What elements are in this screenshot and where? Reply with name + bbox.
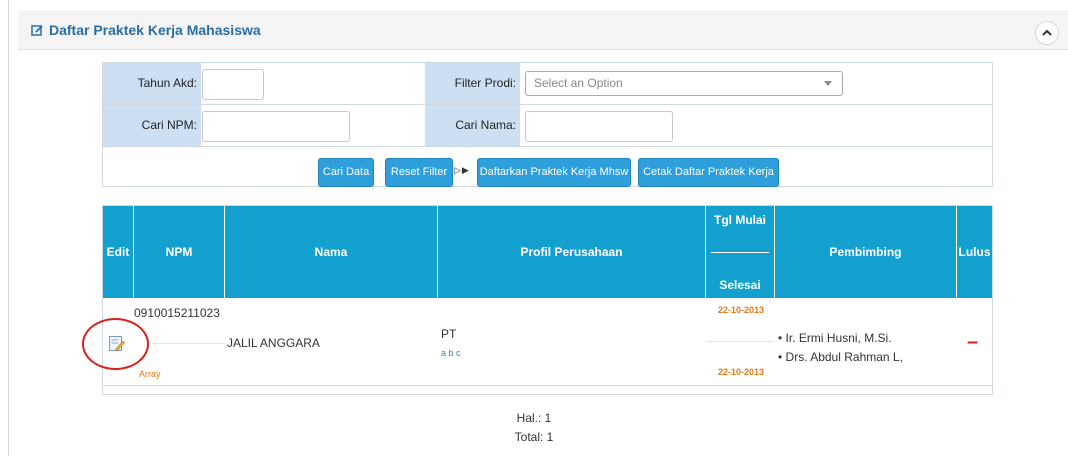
- th-nama: Nama: [225, 206, 438, 298]
- th-tgl-divider: [711, 252, 769, 253]
- daftarkan-button[interactable]: Daftarkan Praktek Kerja Mhsw: [477, 158, 631, 187]
- row-nama: JALIL ANGGARA: [227, 336, 320, 350]
- th-lulus: Lulus: [958, 245, 991, 259]
- praktek-table: Edit NPM Nama Profil Perusahaan Tgl Mula…: [102, 205, 993, 395]
- th-selesai: Selesai: [719, 278, 761, 292]
- th-pembimbing: Pembimbing: [775, 206, 957, 298]
- highlight-circle: [82, 318, 149, 370]
- row-perusahaan-sub: a b c: [441, 348, 461, 358]
- pagination-total: Total: 1: [514, 430, 554, 444]
- th-edit: Edit: [103, 206, 134, 298]
- edit-square-icon: [31, 24, 44, 37]
- page-title-text: Daftar Praktek Kerja Mahasiswa: [49, 22, 261, 38]
- row-lulus-status: –: [967, 331, 979, 353]
- row-divider: [153, 343, 223, 344]
- cari-data-button[interactable]: Cari Data: [318, 158, 374, 187]
- row-tgl-divider: [706, 341, 774, 342]
- page-title: Daftar Praktek Kerja Mahasiswa: [31, 22, 261, 38]
- separator-arrows: ▷▶: [454, 165, 470, 175]
- cetak-button[interactable]: Cetak Daftar Praktek Kerja: [638, 158, 779, 187]
- th-tgl-mulai: Tgl Mulai: [714, 213, 766, 227]
- chevron-up-icon: [1042, 29, 1052, 36]
- filter-actions: Cari Data Reset Filter ▷▶ Daftarkan Prak…: [102, 62, 993, 187]
- row-pembimbing-1: • Ir. Ermi Husni, M.Si.: [778, 331, 892, 345]
- pagination-page: Hal.: 1: [516, 411, 552, 425]
- row-tgl-mulai: 22-10-2013: [718, 305, 765, 315]
- row-tgl-selesai: 22-10-2013: [718, 367, 765, 377]
- row-npm: 0910015211023: [134, 306, 220, 320]
- reset-filter-button[interactable]: Reset Filter: [385, 158, 453, 187]
- th-profil: Profil Perusahaan: [438, 206, 706, 298]
- table-row: 0910015211023 Array JALIL ANGGARA PT a b…: [103, 298, 992, 386]
- table-header: Edit NPM Nama Profil Perusahaan Tgl Mula…: [103, 206, 992, 298]
- row-pembimbing-2: • Drs. Abdul Rahman L,: [778, 350, 903, 364]
- th-npm: NPM: [134, 206, 225, 298]
- collapse-button[interactable]: [1035, 21, 1059, 45]
- panel-header: Daftar Praktek Kerja Mahasiswa: [18, 10, 1068, 50]
- row-npm-sub: Array: [139, 369, 161, 379]
- row-perusahaan: PT: [441, 327, 457, 341]
